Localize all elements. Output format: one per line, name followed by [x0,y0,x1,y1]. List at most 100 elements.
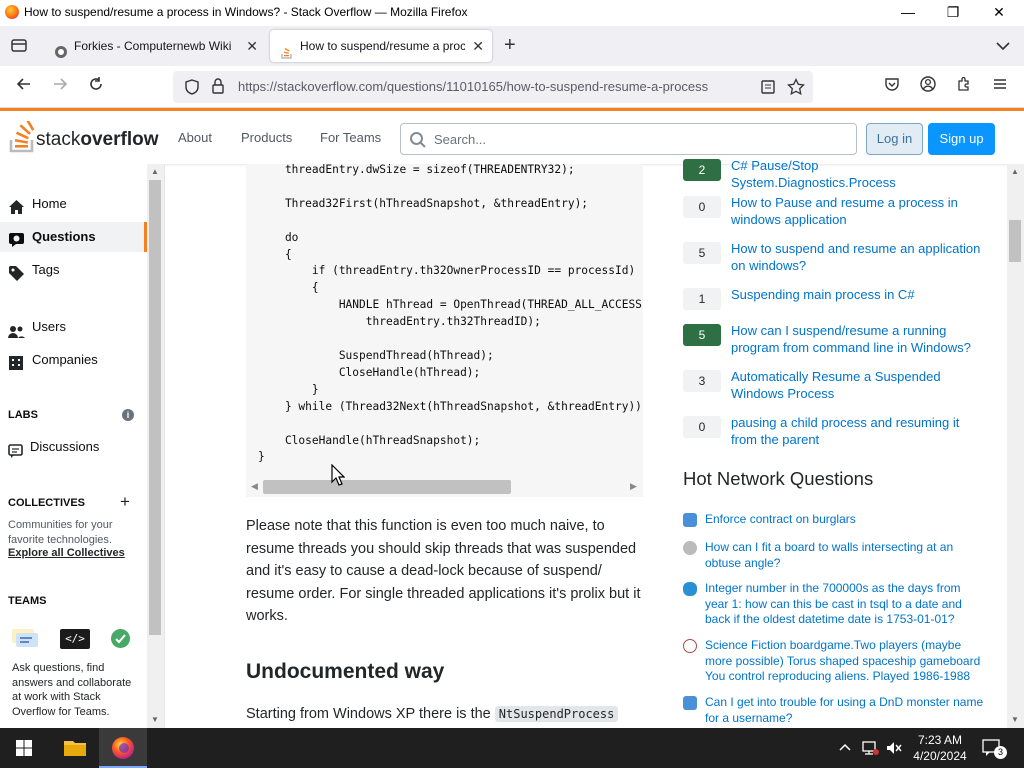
extensions-icon[interactable] [953,76,975,98]
firefox-logo-icon [5,5,19,19]
maximize-button[interactable]: ❐ [930,2,976,24]
code-scroll-thumb[interactable] [263,480,511,494]
nav-for-teams[interactable]: For Teams [320,130,381,145]
folder-icon [64,741,86,756]
signup-button[interactable]: Sign up [928,123,995,155]
labs-heading: LABS [8,409,38,421]
related-question-link[interactable]: How to Pause and resume a process in win… [731,194,985,228]
code-horizontal-scrollbar[interactable]: ◀ ▶ [246,478,643,496]
teams-chat-illustration-icon [10,626,40,650]
minimize-button[interactable]: — [885,2,931,24]
hot-question-link[interactable]: Can I get into trouble for using a DnD m… [705,695,985,726]
sidebar-item-discussions[interactable]: Discussions [0,432,147,462]
url-text[interactable]: https://stackoverflow.com/questions/1101… [238,79,748,94]
new-tab-button[interactable]: + [504,34,516,57]
search-placeholder: Search... [434,132,487,147]
tab-close-icon[interactable]: ✕ [472,30,484,62]
tab-strip: Forkies - Computernewb Wiki ✕ How to sus… [0,26,1024,66]
window-title: How to suspend/resume a process in Windo… [24,5,468,19]
url-bar[interactable]: https://stackoverflow.com/questions/1101… [173,71,813,103]
clock-date: 4/20/2024 [913,749,967,763]
hot-question-link[interactable]: Enforce contract on burglars [705,512,985,528]
notification-count-badge: 3 [994,746,1007,759]
tracking-shield-icon[interactable] [184,79,200,100]
related-question-link[interactable]: C# Pause/Stop System.Diagnostics.Process [731,157,985,191]
scroll-down-arrow-icon[interactable]: ▼ [151,715,159,724]
nav-products[interactable]: Products [241,130,292,145]
teams-code-illustration-icon: </> [60,629,90,649]
sidebar-scroll-thumb[interactable] [149,180,161,635]
logo-text-stack: stack [36,129,81,150]
add-collective-plus-icon[interactable]: + [120,492,130,512]
back-arrow-icon[interactable] [13,76,35,98]
lock-icon[interactable] [211,78,225,99]
close-window-button[interactable]: ✕ [976,2,1022,24]
page-scrollbar[interactable]: ▲ ▼ [1007,164,1024,728]
hot-question-link[interactable]: Science Fiction boardgame.Two players (m… [705,638,985,685]
sidebar-item-companies[interactable]: Companies [0,345,147,375]
scroll-down-arrow-icon[interactable]: ▼ [1011,715,1019,724]
tag-icon [8,262,25,292]
sidebar-item-questions[interactable]: Questions [0,222,147,252]
network-icon[interactable] [862,740,880,761]
tab-close-icon[interactable]: ✕ [246,30,258,62]
stackoverflow-favicon-icon [280,39,294,59]
nav-about[interactable]: About [178,130,212,145]
notifications-button[interactable]: 3 [982,738,1007,759]
file-explorer-button[interactable] [51,728,99,768]
bookmark-star-icon[interactable] [787,77,805,101]
page-scroll-thumb[interactable] [1009,220,1021,262]
firefox-view-icon[interactable] [10,36,28,54]
windows-taskbar: 7:23 AM 4/20/2024 3 [0,728,1024,768]
search-input[interactable]: Search... [400,123,857,155]
pocket-icon[interactable] [881,76,903,98]
hot-question-link[interactable]: Integer number in the 700000s as the day… [705,581,985,628]
sidebar-item-label: Home [32,196,67,211]
system-clock[interactable]: 7:23 AM 4/20/2024 [905,732,975,764]
scroll-up-arrow-icon[interactable]: ▲ [1011,167,1019,176]
related-question-link[interactable]: pausing a child process and resuming it … [731,414,985,448]
reader-view-icon[interactable] [760,79,776,100]
window-titlebar: How to suspend/resume a process in Windo… [0,0,1024,26]
site-favicon-icon [683,513,697,527]
answer-paragraph-2: Starting from Windows XP there is the Nt… [246,706,619,722]
hot-question-link[interactable]: How can I fit a board to walls intersect… [705,540,985,571]
sidebar-item-label: Users [32,319,66,334]
info-icon[interactable]: i [122,409,134,421]
sidebar-scrollbar[interactable]: ▲ ▼ [147,164,164,728]
stackoverflow-logo[interactable]: stackoverflow [8,118,158,155]
related-question-link[interactable]: Automatically Resume a Suspended Windows… [731,368,985,402]
reload-icon[interactable] [85,76,107,98]
volume-muted-icon[interactable] [885,740,903,761]
related-question-link[interactable]: How to suspend and resume an application… [731,240,985,274]
answer-count-badge: 3 [683,370,721,392]
firefox-taskbar-button[interactable] [99,728,147,768]
account-icon[interactable] [917,76,939,98]
scroll-right-arrow-icon[interactable]: ▶ [630,481,637,492]
related-question-link[interactable]: How can I suspend/resume a running progr… [731,322,985,356]
tab-list-chevron-icon[interactable] [996,38,1010,56]
forward-arrow-icon[interactable] [49,76,71,98]
tab-stackoverflow[interactable]: How to suspend/resume a proc ✕ [270,30,492,62]
sidebar-item-home[interactable]: Home [0,189,147,219]
discussions-icon [8,440,23,470]
tab-forkies[interactable]: Forkies - Computernewb Wiki ✕ [44,30,266,62]
tray-chevron-up-icon[interactable] [838,740,852,759]
explore-collectives-link[interactable]: Explore all Collectives [8,547,125,559]
site-favicon-icon [683,696,697,710]
scroll-left-arrow-icon[interactable]: ◀ [251,481,258,492]
menu-hamburger-icon[interactable] [989,76,1011,98]
clock-time: 7:23 AM [917,733,963,747]
related-question-link[interactable]: Suspending main process in C# [731,286,985,303]
navigation-toolbar: https://stackoverflow.com/questions/1101… [0,66,1024,108]
answer-count-badge: 5 [683,242,721,264]
start-button[interactable] [0,728,48,768]
scroll-up-arrow-icon[interactable]: ▲ [151,167,159,176]
sidebar-item-users[interactable]: Users [0,312,147,342]
login-button[interactable]: Log in [866,123,923,155]
code-text: threadEntry.dwSize = sizeof(THREADENTRY3… [258,164,643,464]
answer-count-badge: 5 [683,324,721,346]
answer-paragraph: Please note that this function is even t… [246,518,641,625]
answer-count-badge: 1 [683,288,721,310]
sidebar-item-tags[interactable]: Tags [0,255,147,285]
